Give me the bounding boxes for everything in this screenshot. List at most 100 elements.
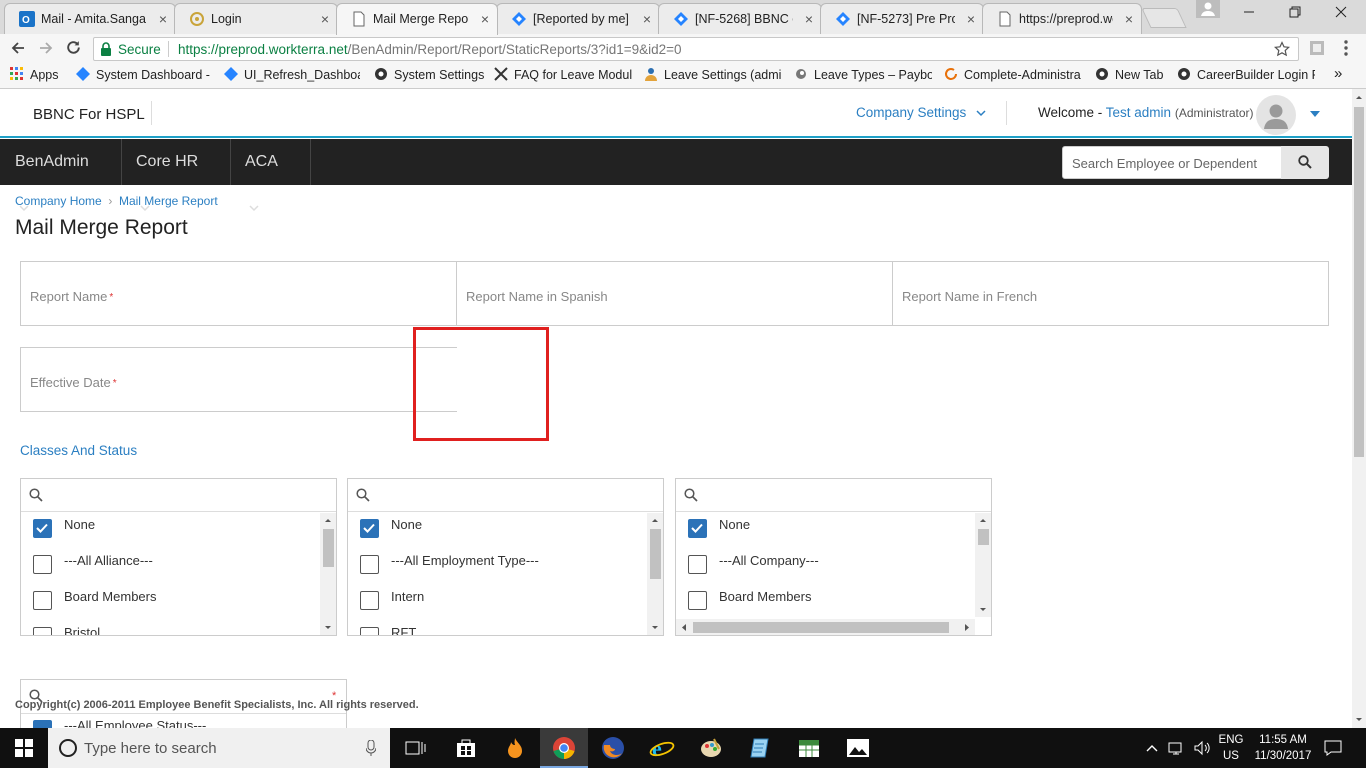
list-scrollbar[interactable]	[975, 513, 991, 617]
browser-tab[interactable]: [NF-5268] BBNC cc ×	[658, 3, 822, 34]
scrollbar-thumb[interactable]	[693, 622, 949, 633]
bookmark-item[interactable]: Leave Types – Payboy	[794, 67, 932, 82]
browser-tab[interactable]: https://preprod.wo ×	[982, 3, 1142, 34]
bookmark-item[interactable]: FAQ for Leave Modul	[494, 67, 632, 82]
scrollbar-thumb[interactable]	[978, 529, 989, 545]
user-name-link[interactable]: Test admin	[1106, 105, 1171, 120]
checkbox[interactable]	[33, 591, 52, 610]
close-tab-icon[interactable]: ×	[643, 11, 651, 27]
scroll-up-arrow-icon[interactable]	[975, 515, 991, 525]
browser-tab-active[interactable]: Mail Merge Report ×	[336, 3, 498, 35]
scroll-down-arrow-icon[interactable]	[1352, 714, 1366, 726]
user-menu-caret-icon[interactable]	[1310, 111, 1320, 117]
bookmark-item[interactable]: System Dashboard - J	[76, 67, 212, 82]
close-tab-icon[interactable]: ×	[481, 11, 489, 27]
extension-icon[interactable]	[1309, 40, 1325, 56]
close-tab-icon[interactable]: ×	[1125, 11, 1133, 27]
bookmark-item[interactable]: UI_Refresh_Dashboar	[224, 67, 360, 82]
reload-icon[interactable]	[65, 39, 82, 56]
scroll-up-arrow-icon[interactable]	[647, 515, 663, 525]
nav-benadmin[interactable]: BenAdmin	[0, 139, 122, 212]
bookmark-item[interactable]: New Tab	[1095, 67, 1167, 82]
chevron-up-icon[interactable]	[1146, 743, 1158, 753]
employee-search-input[interactable]: Search Employee or Dependent	[1062, 146, 1282, 179]
store-app-button[interactable]	[442, 728, 490, 768]
firefox-app-button[interactable]	[589, 728, 637, 768]
scroll-left-arrow-icon[interactable]	[678, 619, 690, 636]
checkbox[interactable]	[688, 591, 707, 610]
language-indicator[interactable]: ENG US	[1218, 732, 1244, 764]
paint-app-button[interactable]	[687, 728, 735, 768]
report-name-spanish-field[interactable]: Report Name in Spanish	[456, 261, 893, 326]
close-tab-icon[interactable]: ×	[321, 11, 329, 27]
close-tab-icon[interactable]: ×	[805, 11, 813, 27]
profile-button[interactable]	[1196, 0, 1220, 18]
microphone-icon[interactable]	[366, 740, 376, 756]
checkbox-checked[interactable]	[33, 720, 52, 728]
firefox-developer-app-button[interactable]	[491, 728, 539, 768]
list-scrollbar[interactable]	[320, 513, 336, 635]
scroll-right-arrow-icon[interactable]	[961, 619, 973, 636]
search-button[interactable]	[1281, 146, 1329, 179]
start-button[interactable]	[0, 728, 48, 768]
notes-app-button[interactable]	[736, 728, 784, 768]
bookmark-item[interactable]: Leave Settings (admi	[644, 67, 782, 82]
bookmark-star-icon[interactable]	[1274, 41, 1290, 57]
scrollbar-thumb[interactable]	[323, 529, 334, 567]
scroll-up-arrow-icon[interactable]	[1352, 91, 1366, 103]
taskbar-search-box[interactable]: Type here to search	[48, 728, 390, 768]
network-icon[interactable]	[1168, 740, 1186, 756]
report-name-french-field[interactable]: Report Name in French	[892, 261, 1329, 326]
menu-kebab-icon[interactable]	[1342, 39, 1350, 57]
checkbox[interactable]	[33, 555, 52, 574]
new-tab-button[interactable]	[1141, 8, 1187, 28]
task-view-button[interactable]	[392, 728, 440, 768]
restore-button[interactable]	[1272, 0, 1318, 30]
chrome-app-button[interactable]	[540, 728, 588, 768]
checkbox-checked[interactable]	[360, 519, 379, 538]
browser-tab[interactable]: O Mail - Amita.Sanga ×	[4, 3, 176, 34]
scrollbar-thumb[interactable]	[650, 529, 661, 579]
photos-app-button[interactable]	[834, 728, 882, 768]
scrollbar-thumb[interactable]	[1354, 107, 1364, 457]
bookmarks-overflow-button[interactable]: »	[1334, 65, 1342, 82]
bookmark-item[interactable]: System Settings	[374, 67, 486, 82]
back-arrow-icon[interactable]	[10, 40, 26, 56]
forward-arrow-icon[interactable]	[38, 40, 54, 56]
list-search-input[interactable]	[348, 479, 663, 512]
checkbox[interactable]	[360, 591, 379, 610]
url-bar[interactable]: Secure https://preprod.workterra.net/Ben…	[93, 37, 1299, 61]
scroll-down-arrow-icon[interactable]	[647, 623, 663, 633]
list-search-input[interactable]	[676, 479, 991, 512]
browser-tab[interactable]: [Reported by me] I ×	[496, 3, 660, 34]
nav-aca[interactable]: ACA	[230, 139, 311, 212]
breadcrumb-home-link[interactable]: Company Home	[15, 194, 102, 208]
bookmark-apps[interactable]: Apps	[10, 67, 70, 82]
avatar[interactable]	[1256, 95, 1296, 135]
company-settings-dropdown[interactable]: Company Settings	[856, 105, 986, 120]
checkbox[interactable]	[360, 627, 379, 635]
effective-date-field[interactable]: Effective Date *	[20, 347, 457, 412]
report-name-field[interactable]: Report Name *	[20, 261, 457, 326]
minimize-button[interactable]	[1226, 0, 1272, 30]
horizontal-scrollbar[interactable]	[676, 619, 975, 636]
internet-explorer-app-button[interactable]: e	[638, 728, 686, 768]
scroll-down-arrow-icon[interactable]	[320, 623, 336, 633]
close-tab-icon[interactable]: ×	[159, 11, 167, 27]
bookmark-item[interactable]: CareerBuilder Login F	[1177, 67, 1315, 82]
close-window-button[interactable]	[1318, 0, 1364, 30]
list-search-input[interactable]	[21, 479, 336, 512]
page-scrollbar[interactable]	[1352, 89, 1366, 728]
nav-core-hr[interactable]: Core HR	[121, 139, 231, 212]
browser-tab[interactable]: [NF-5273] Pre Proc ×	[820, 3, 984, 34]
checkbox-checked[interactable]	[688, 519, 707, 538]
browser-tab[interactable]: Login ×	[174, 3, 338, 34]
spreadsheet-app-button[interactable]	[785, 728, 833, 768]
close-tab-icon[interactable]: ×	[967, 11, 975, 27]
checkbox[interactable]	[33, 627, 52, 635]
checkbox-checked[interactable]	[33, 519, 52, 538]
bookmark-item[interactable]: Complete-Administra	[944, 67, 1082, 82]
volume-icon[interactable]	[1193, 740, 1211, 756]
scroll-down-arrow-icon[interactable]	[975, 605, 991, 615]
notifications-icon[interactable]	[1324, 740, 1342, 756]
